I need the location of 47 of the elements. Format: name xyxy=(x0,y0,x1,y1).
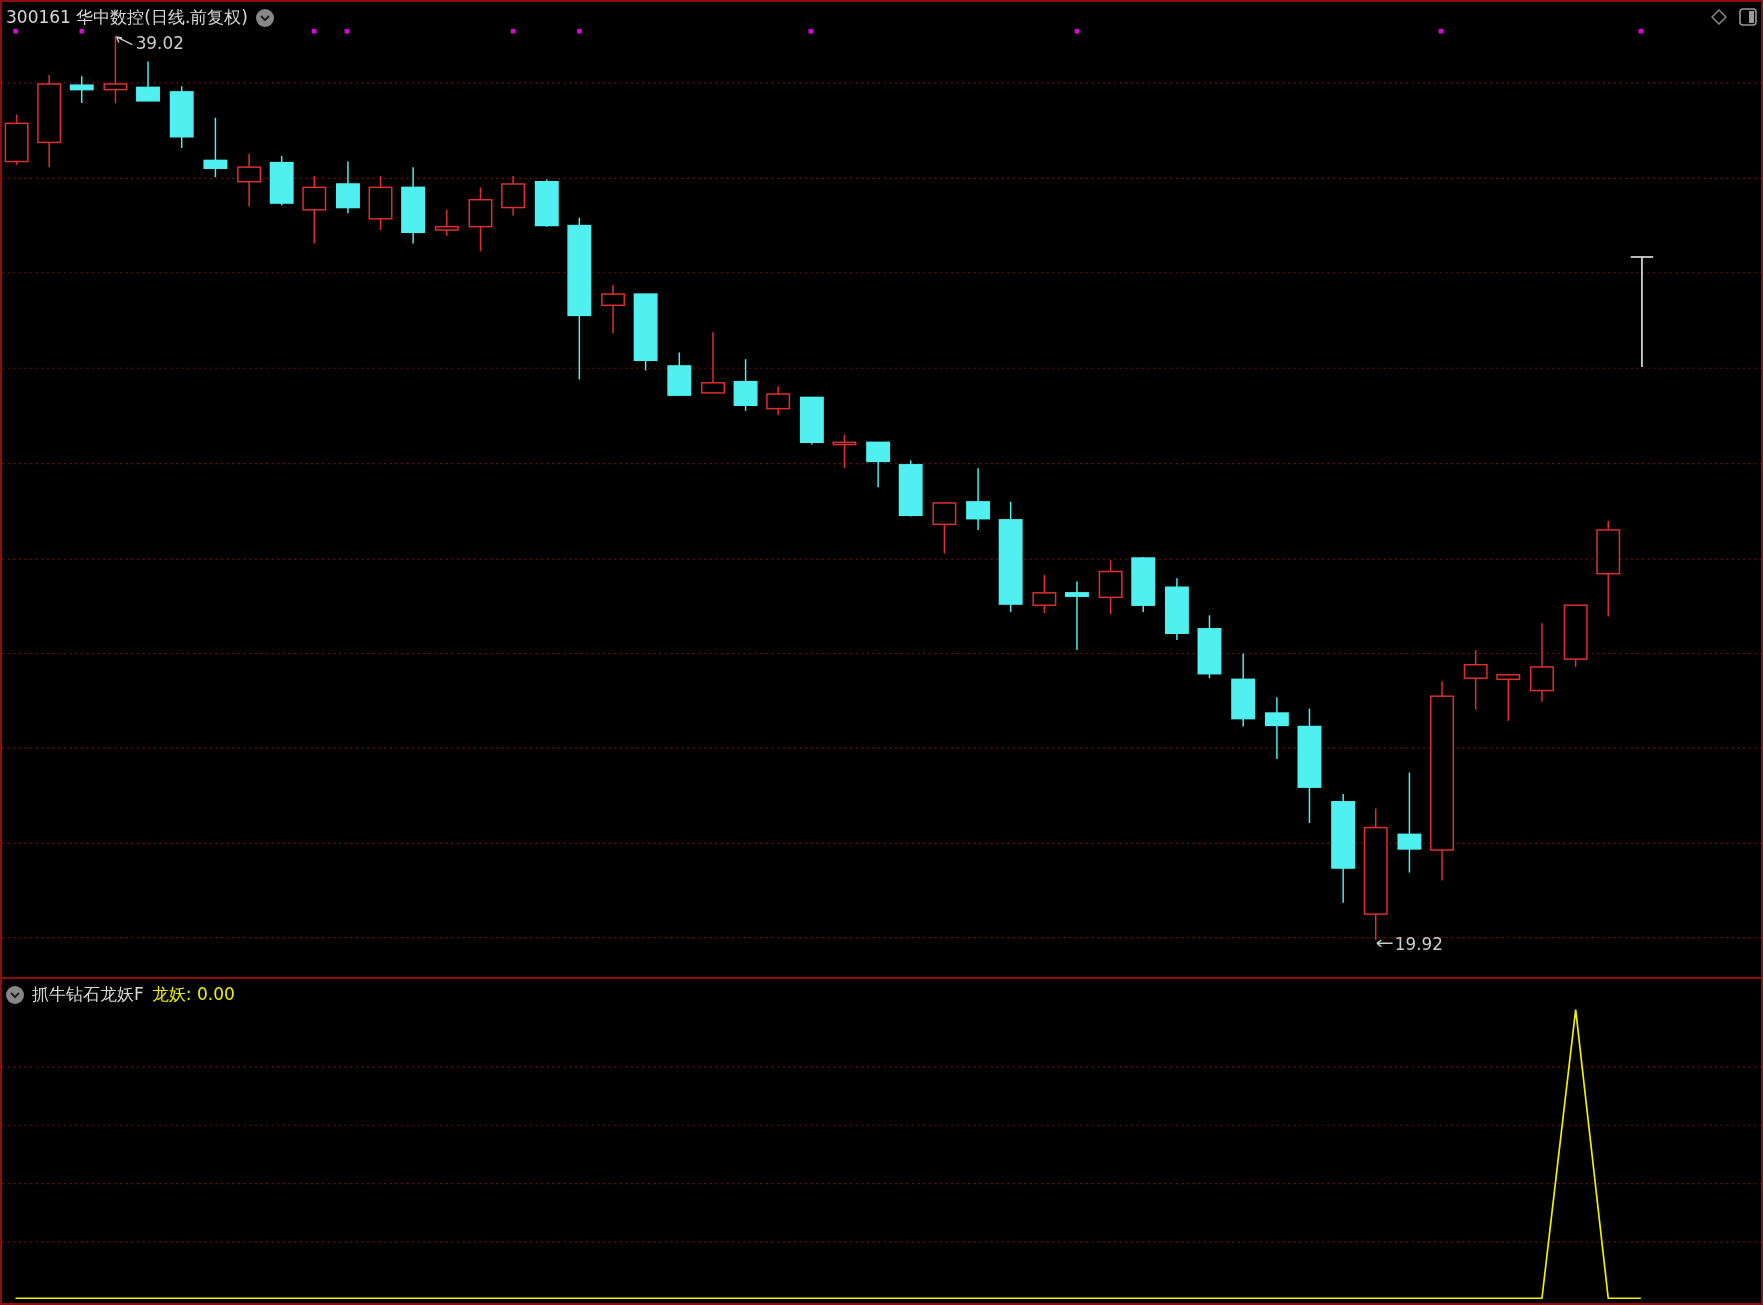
candlestick xyxy=(866,441,891,488)
candlestick xyxy=(1463,649,1488,711)
candlestick xyxy=(733,358,758,412)
candlestick xyxy=(932,502,957,555)
arrow-icon xyxy=(115,36,133,46)
candlestick xyxy=(302,175,327,245)
candlestick xyxy=(701,331,725,394)
candlestick xyxy=(468,186,493,253)
candlestick xyxy=(966,467,991,531)
candlestick xyxy=(501,175,526,217)
candlestick xyxy=(434,209,459,237)
candlestick xyxy=(169,85,194,149)
low-price-label: 19.92 xyxy=(1394,934,1443,955)
candlestick xyxy=(69,75,94,104)
candlestick xyxy=(103,35,128,104)
candlestick xyxy=(1496,673,1521,722)
candlestick xyxy=(534,178,559,228)
candlestick xyxy=(1563,604,1588,668)
candlestick xyxy=(667,351,692,396)
candlestick xyxy=(601,284,625,335)
candlestick xyxy=(1032,574,1057,614)
candlestick xyxy=(799,396,824,446)
chevron-down-icon[interactable] xyxy=(255,8,274,27)
candlestick xyxy=(898,459,923,518)
candlestick xyxy=(4,113,29,166)
indicator-value: 龙妖: 0.00 xyxy=(151,983,235,1006)
candlestick xyxy=(1098,559,1123,615)
candlestick xyxy=(1131,556,1156,613)
candlestick xyxy=(832,433,857,469)
candlestick xyxy=(269,155,294,207)
high-price-label: 39.02 xyxy=(135,33,184,54)
arrow-icon xyxy=(1376,939,1394,948)
panel-icon[interactable] xyxy=(1739,8,1757,26)
candlestick xyxy=(237,152,262,208)
candlestick xyxy=(203,116,228,178)
indicator-name: 抓牛钻石龙妖F xyxy=(32,983,144,1006)
candlestick xyxy=(136,60,160,102)
candlestick xyxy=(1264,696,1289,760)
candlestick xyxy=(1164,577,1189,641)
candlestick xyxy=(336,160,360,214)
candlestick xyxy=(1065,580,1089,651)
candlestick xyxy=(766,385,791,417)
candlestick xyxy=(368,175,393,231)
stock-title: 300161 华中数控(日线.前复权) xyxy=(6,6,248,29)
diamond-icon[interactable] xyxy=(1711,9,1727,25)
candlestick xyxy=(1197,614,1222,679)
chevron-down-icon[interactable] xyxy=(6,985,24,1004)
